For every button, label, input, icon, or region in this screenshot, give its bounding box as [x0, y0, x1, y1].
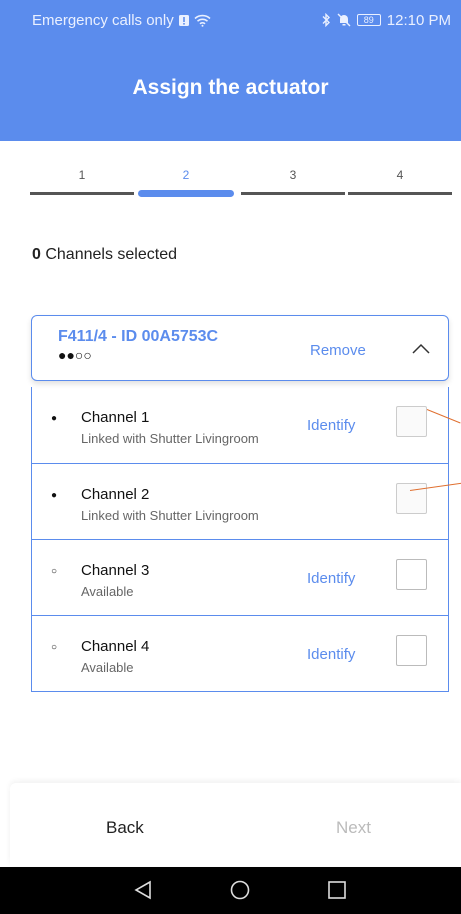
chevron-up-icon[interactable]: [412, 340, 430, 358]
channel-name: Channel 1: [81, 409, 150, 426]
step-number: 3: [289, 168, 297, 182]
identify-button[interactable]: Identify: [307, 570, 355, 587]
step-2: 2: [134, 168, 238, 200]
step-4: 4: [348, 168, 452, 200]
step-number: 2: [182, 168, 190, 182]
channel-status-dot: ○: [51, 566, 58, 577]
status-time: 12:10 PM: [386, 11, 451, 29]
step-3: 3: [241, 168, 345, 200]
channel-row: ● Channel 2 Linked with Shutter Livingro…: [32, 463, 448, 539]
step-indicator: [348, 192, 452, 195]
next-button[interactable]: Next: [336, 818, 371, 838]
step-indicator-active: [138, 190, 234, 197]
channel-checkbox[interactable]: [396, 635, 427, 666]
page-title: Assign the actuator: [132, 76, 329, 99]
status-bar: Emergency calls only 89 12:10 PM: [0, 0, 461, 40]
channel-name: Channel 2: [81, 486, 150, 503]
remove-button[interactable]: Remove: [310, 342, 366, 359]
status-left: Emergency calls only: [32, 12, 211, 29]
system-navbar: [0, 867, 461, 914]
channel-status-dot: ○: [51, 642, 58, 653]
mute-icon: [337, 13, 351, 27]
channel-status: Linked with Shutter Livingroom: [81, 431, 259, 446]
channel-status-dot: ●: [51, 413, 58, 424]
bluetooth-icon: [321, 13, 331, 27]
back-button[interactable]: Back: [106, 818, 144, 838]
home-circle-icon[interactable]: [229, 879, 251, 901]
identify-button[interactable]: Identify: [307, 417, 355, 434]
stepper: 1 2 3 4: [30, 168, 452, 200]
channel-checkbox[interactable]: [396, 406, 427, 437]
selected-count: 0: [32, 246, 41, 263]
selected-label: Channels selected: [40, 246, 177, 263]
channel-checkbox[interactable]: [396, 559, 427, 590]
device-card[interactable]: F411/4 - ID 00A5753C ●●○○ Remove: [31, 315, 449, 381]
channel-name: Channel 3: [81, 562, 150, 579]
channels-selected-text: 0 Channels selected: [32, 246, 177, 264]
channel-status: Linked with Shutter Livingroom: [81, 508, 259, 523]
channel-status: Available: [81, 660, 134, 675]
device-status-dots: ●●○○: [58, 347, 92, 363]
sim-alert-icon: [178, 14, 190, 27]
carrier-text: Emergency calls only: [32, 11, 174, 29]
recents-square-icon[interactable]: [326, 879, 348, 901]
channel-list: ● Channel 1 Linked with Shutter Livingro…: [31, 387, 449, 692]
step-number: 4: [396, 168, 404, 182]
channel-row: ● Channel 1 Linked with Shutter Livingro…: [32, 387, 448, 463]
header: Emergency calls only 89 12:10 PM Assign …: [0, 0, 461, 141]
wifi-icon: [194, 14, 211, 27]
channel-name: Channel 4: [81, 638, 150, 655]
step-1: 1: [30, 168, 134, 200]
channel-status-dot: ●: [51, 490, 58, 501]
channel-row: ○ Channel 3 Available Identify: [32, 539, 448, 615]
back-triangle-icon[interactable]: [132, 879, 154, 901]
channel-status: Available: [81, 584, 134, 599]
identify-button[interactable]: Identify: [307, 646, 355, 663]
battery-icon: 89: [356, 14, 381, 26]
channel-row: ○ Channel 4 Available Identify: [32, 615, 448, 691]
screen: Emergency calls only 89 12:10 PM Assign …: [0, 0, 461, 914]
footer: Back Next: [10, 783, 461, 866]
step-number: 1: [78, 168, 86, 182]
step-indicator: [30, 192, 134, 195]
status-right: 89 12:10 PM: [321, 12, 451, 29]
step-indicator: [241, 192, 345, 195]
device-title: F411/4 - ID 00A5753C: [58, 328, 219, 345]
